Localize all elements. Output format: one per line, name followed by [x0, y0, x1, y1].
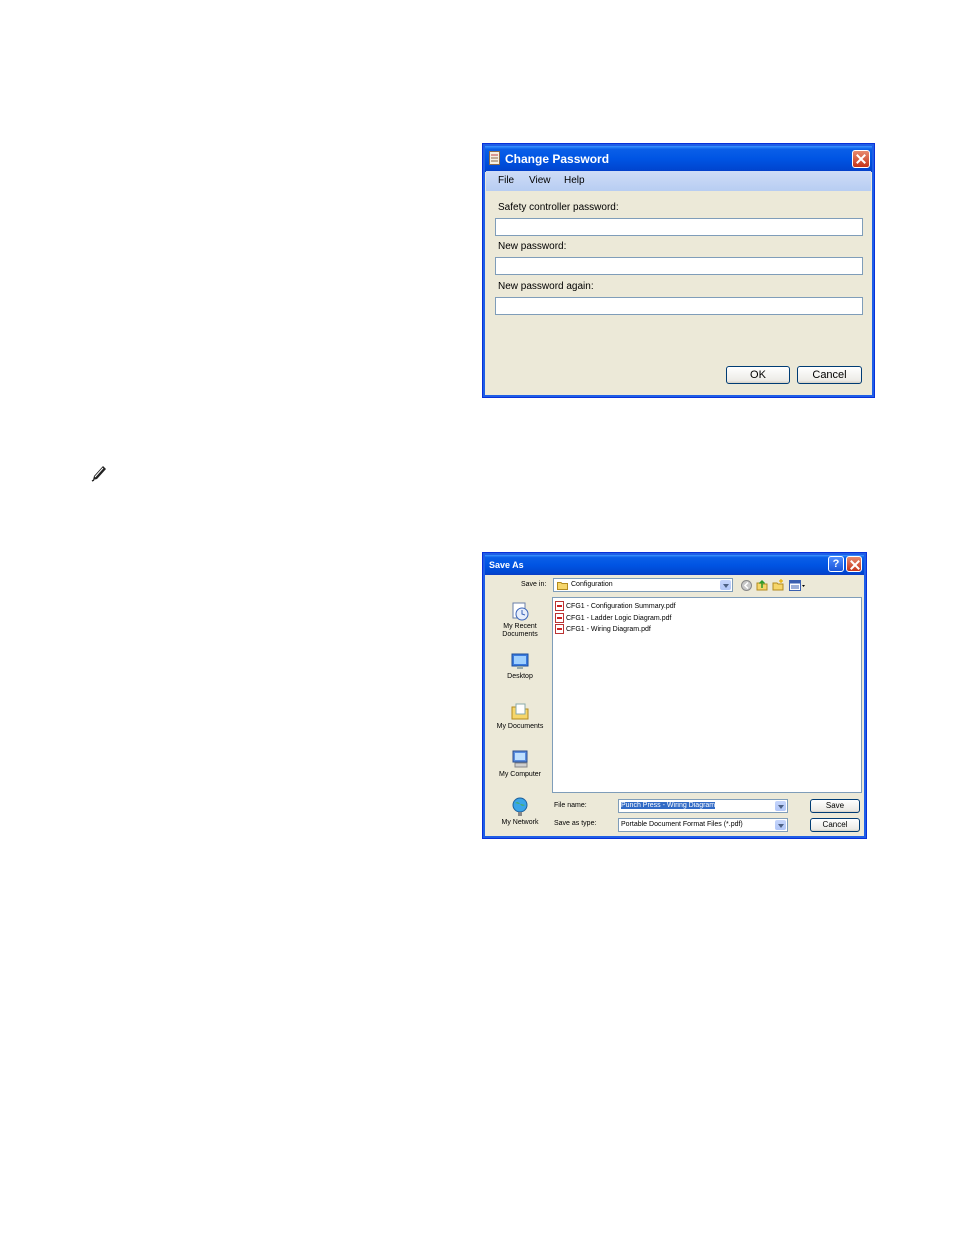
chevron-down-icon[interactable]	[720, 580, 731, 590]
menu-view[interactable]: View	[529, 175, 551, 186]
save-in-label: Save in:	[521, 581, 547, 588]
save-as-type-value: Portable Document Format Files (*.pdf)	[621, 821, 743, 828]
file-name-input[interactable]: Punch Press - Wiring Diagram	[618, 799, 788, 813]
safety-password-label: Safety controller password:	[498, 202, 619, 213]
folder-icon	[557, 582, 568, 590]
dialog-title: Save As	[489, 560, 524, 570]
list-item[interactable]: CFG1 - Ladder Logic Diagram.pdf	[555, 613, 671, 623]
menu-help[interactable]: Help	[564, 175, 585, 186]
place-my-recent-documents[interactable]: My Recent Documents	[490, 601, 550, 639]
cancel-button[interactable]: Cancel	[797, 366, 862, 384]
new-password-again-label: New password again:	[498, 281, 594, 292]
pdf-file-icon	[555, 624, 564, 634]
title-bar[interactable]: Change Password	[485, 146, 872, 172]
ok-label: OK	[750, 369, 766, 381]
save-button[interactable]: Save	[810, 799, 860, 813]
pdf-file-icon	[555, 613, 564, 623]
place-label: Desktop	[507, 673, 533, 680]
back-icon[interactable]	[741, 580, 752, 591]
chevron-down-icon[interactable]	[775, 801, 786, 811]
place-desktop[interactable]: Desktop	[490, 651, 550, 680]
save-in-value: Configuration	[571, 581, 613, 588]
list-item[interactable]: CFG1 - Configuration Summary.pdf	[555, 601, 676, 611]
safety-password-field[interactable]	[495, 218, 863, 236]
cancel-label: Cancel	[822, 820, 848, 829]
my-network-icon	[512, 797, 528, 816]
views-menu-icon[interactable]	[789, 580, 806, 591]
menu-file[interactable]: File	[498, 175, 514, 186]
places-bar: My Recent Documents Desktop My Documents…	[490, 597, 550, 833]
new-password-again-field[interactable]	[495, 297, 863, 315]
new-folder-icon[interactable]	[772, 579, 784, 591]
my-computer-icon	[512, 750, 528, 768]
ok-button[interactable]: OK	[726, 366, 790, 384]
pencil-note-icon	[91, 466, 106, 482]
place-my-documents[interactable]: My Documents	[490, 701, 550, 730]
place-my-computer[interactable]: My Computer	[490, 749, 550, 778]
list-item[interactable]: CFG1 - Wiring Diagram.pdf	[555, 624, 651, 634]
title-bar[interactable]: Save As ?	[485, 555, 864, 575]
file-list[interactable]: CFG1 - Configuration Summary.pdf CFG1 - …	[552, 597, 862, 793]
close-button[interactable]	[852, 150, 870, 168]
chevron-down-icon[interactable]	[775, 820, 786, 830]
file-name-value: Punch Press - Wiring Diagram	[621, 802, 716, 809]
place-label: My Network	[501, 819, 539, 826]
desktop-icon	[511, 653, 529, 669]
recent-documents-icon	[512, 602, 529, 621]
document-icon	[489, 151, 500, 165]
cancel-label: Cancel	[812, 369, 847, 381]
close-button[interactable]	[846, 556, 862, 572]
file-name-label: File name:	[554, 802, 587, 809]
new-password-label: New password:	[498, 241, 567, 252]
save-label: Save	[825, 801, 845, 810]
place-label: My Computer	[498, 771, 541, 778]
save-in-combo[interactable]: Configuration	[553, 578, 733, 592]
pdf-file-icon	[555, 601, 564, 611]
file-name: CFG1 - Ladder Logic Diagram.pdf	[566, 614, 672, 622]
up-folder-icon[interactable]	[756, 579, 768, 591]
menu-bar: File View Help	[486, 171, 871, 191]
change-password-dialog: Change Password File View Help Safety co…	[482, 143, 875, 398]
place-my-network[interactable]: My Network	[490, 797, 550, 826]
save-as-dialog: Save As ? Save in: Configuration My Rece…	[482, 552, 867, 839]
new-password-field[interactable]	[495, 257, 863, 275]
dialog-title: Change Password	[505, 152, 610, 166]
place-label: My Recent Documents	[502, 623, 538, 638]
help-button[interactable]: ?	[828, 556, 844, 572]
my-documents-icon	[511, 703, 529, 720]
cancel-button[interactable]: Cancel	[810, 818, 860, 832]
save-as-type-label: Save as type:	[554, 820, 597, 827]
file-name: CFG1 - Configuration Summary.pdf	[566, 602, 676, 610]
help-glyph: ?	[832, 558, 840, 570]
save-as-type-combo[interactable]: Portable Document Format Files (*.pdf)	[618, 818, 788, 832]
place-label: My Documents	[496, 723, 544, 730]
file-name: CFG1 - Wiring Diagram.pdf	[566, 625, 651, 633]
